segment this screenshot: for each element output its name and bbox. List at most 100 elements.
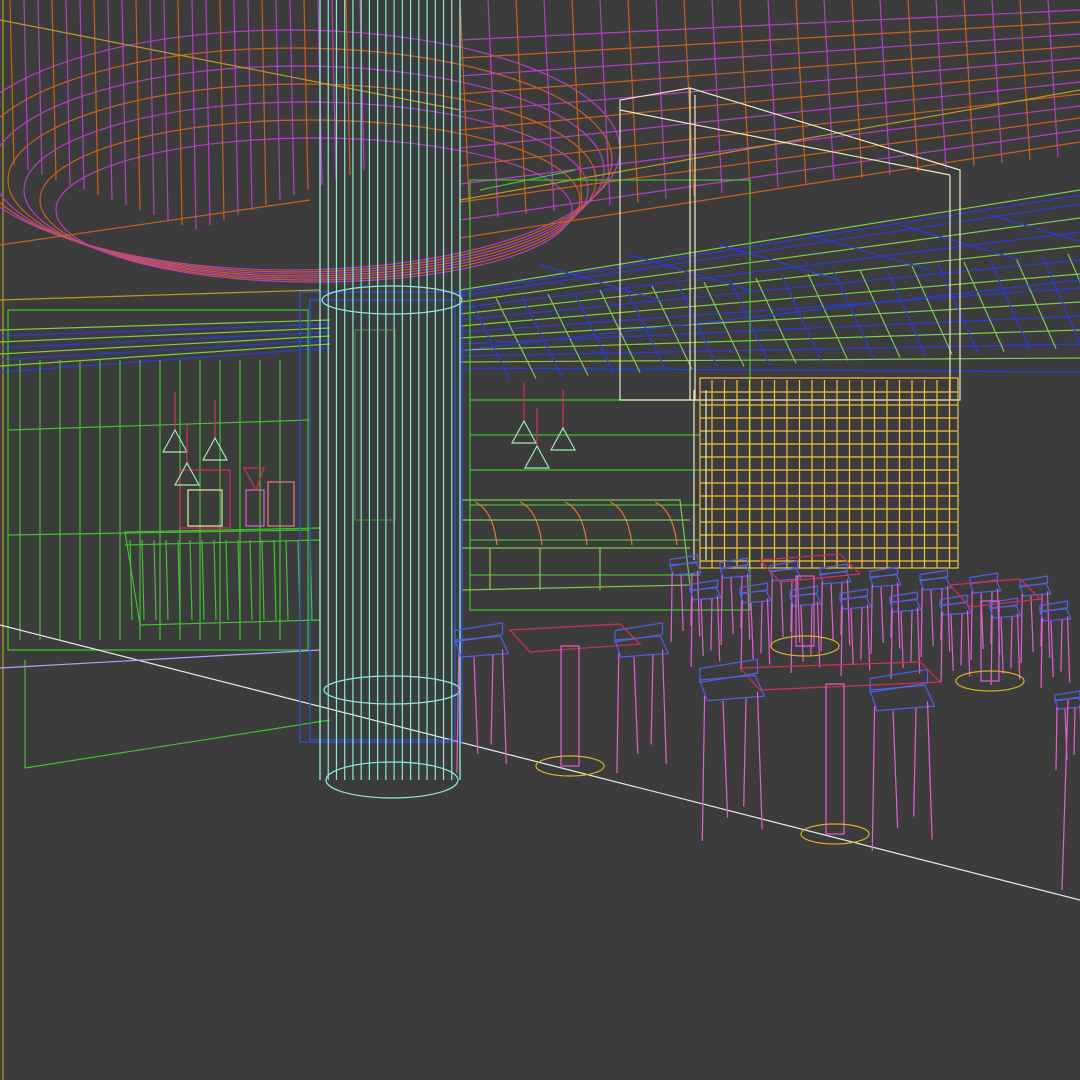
- lattice-partition-wireframe[interactable]: [693, 377, 959, 569]
- grid-bar-edge: [719, 244, 841, 281]
- grid-row-edge: [459, 189, 1080, 291]
- 3d-viewport[interactable]: [0, 0, 1080, 1080]
- bar-counter-slat: [213, 539, 217, 621]
- pendant-lamp: [161, 428, 189, 453]
- far-chair-leg: [966, 610, 971, 677]
- pendant-lamp: [173, 461, 201, 486]
- bar-counter-slat: [225, 539, 229, 621]
- bar-counter-wireframe[interactable]: [124, 467, 321, 626]
- bar-counter-slat: [153, 539, 157, 621]
- bar-counter-slat: [261, 539, 265, 621]
- bar-counter-slat: [189, 539, 193, 621]
- wireframe-scene[interactable]: [0, 0, 1080, 1080]
- ceiling-radial-edge: [163, 0, 169, 221]
- ceiling-rib-edge: [991, 0, 1003, 164]
- grid-col-edge: [885, 267, 927, 357]
- grid-row-edge: [459, 287, 1080, 333]
- ceiling-rib-edge: [851, 0, 863, 179]
- back-wall-wireframe[interactable]: [7, 169, 751, 651]
- far-chair-leg: [970, 590, 973, 661]
- bar-counter-slat: [141, 539, 145, 621]
- edge-chair-leg: [1073, 707, 1076, 756]
- far-chair-seat: [1039, 608, 1072, 622]
- far-chair-leg: [1020, 593, 1023, 664]
- display-counter-outline: [461, 499, 691, 591]
- front-chair-large-leg: [701, 696, 706, 842]
- far-chair-seat: [739, 590, 772, 604]
- display-glass-bracket: [609, 501, 633, 546]
- ceiling-radial-edge: [107, 0, 113, 201]
- pendant-lamp: [201, 436, 229, 461]
- grid-col-edge: [1067, 253, 1080, 283]
- ceiling-rib-edge: [935, 0, 947, 170]
- front-chair-leg: [501, 649, 507, 764]
- grinder-body: [245, 489, 265, 527]
- front-chair-large-leg: [926, 701, 933, 840]
- ceiling-grid-wireframe[interactable]: [0, 189, 1080, 381]
- grid-band-edge: [0, 339, 331, 361]
- front-table-top: [508, 623, 642, 653]
- bar-counter-slat: [273, 539, 277, 621]
- pendant-lamp: [523, 444, 551, 469]
- ceiling-rib-edge: [963, 0, 975, 167]
- far-chair-seat: [839, 596, 872, 610]
- grid-col-edge: [521, 295, 563, 378]
- far-chair-leg: [680, 574, 684, 632]
- far-chair-seat: [919, 577, 952, 591]
- edge-chair-leg: [1055, 706, 1058, 771]
- bar-counter-slat: [201, 539, 205, 621]
- bar-counter-slat: [249, 539, 253, 621]
- grid-col-edge: [547, 293, 589, 376]
- far-chair-seat: [869, 574, 902, 588]
- ceiling-ring-edge: [0, 65, 605, 275]
- front-chair-large-leg: [871, 706, 876, 852]
- display-counter-wireframe[interactable]: [461, 499, 691, 591]
- ceiling-yellow-edge: [0, 19, 461, 111]
- far-chair-leg: [780, 580, 784, 638]
- ceiling-radial-edge: [121, 0, 127, 206]
- grid-band-edge: [0, 319, 331, 331]
- far-chair-leg: [846, 579, 851, 646]
- ceiling-radial-edge: [149, 0, 155, 216]
- far-chair-leg: [870, 584, 873, 655]
- far-chair-seat: [669, 562, 702, 576]
- far-chair-leg: [930, 589, 934, 647]
- front-chair-leg: [456, 653, 460, 774]
- ceiling-rib-edge: [767, 0, 779, 188]
- white-box-wireframe[interactable]: [619, 87, 961, 401]
- dining-furniture-group[interactable]: [454, 553, 1080, 891]
- front-table-post: [560, 645, 580, 767]
- far-chair-leg: [920, 587, 923, 658]
- far-chair-leg: [850, 608, 854, 666]
- pendant-lamp: [549, 426, 577, 451]
- far-chair-leg: [910, 610, 913, 663]
- far-chair-leg: [1060, 619, 1063, 672]
- far-chair-leg: [866, 604, 871, 671]
- ceiling-rib-edge: [1019, 0, 1031, 161]
- ceiling-radial-edge: [65, 0, 71, 186]
- far-chair-leg: [1010, 616, 1013, 669]
- ceiling-radial-edge: [135, 0, 141, 211]
- far-chair-leg: [1016, 613, 1021, 680]
- floor-edge: [24, 719, 331, 769]
- column-bounding-box: [299, 291, 463, 743]
- front-chair-leg: [650, 655, 654, 745]
- far-chair-leg: [720, 575, 723, 646]
- floor-edge: [0, 624, 1080, 901]
- pendant-lamp: [510, 419, 538, 444]
- ceiling-rib-edge: [543, 0, 555, 212]
- ceiling-wireframe[interactable]: [0, 0, 1080, 301]
- bar-counter-slat: [165, 539, 169, 621]
- grinder-hopper: [242, 467, 265, 492]
- far-chair-leg: [820, 581, 823, 652]
- display-glass-bracket: [654, 501, 678, 546]
- ceiling-radial-edge: [289, 0, 295, 196]
- front-chair-large-seat: [869, 684, 936, 712]
- far-table-post: [980, 600, 1000, 682]
- far-chair-leg: [796, 576, 801, 643]
- ceiling-rib-edge: [627, 0, 639, 203]
- ceiling-radial-edge: [233, 0, 239, 216]
- far-chair-leg: [896, 582, 901, 649]
- grid-row-edge: [459, 367, 1080, 373]
- far-chair-leg: [670, 572, 673, 643]
